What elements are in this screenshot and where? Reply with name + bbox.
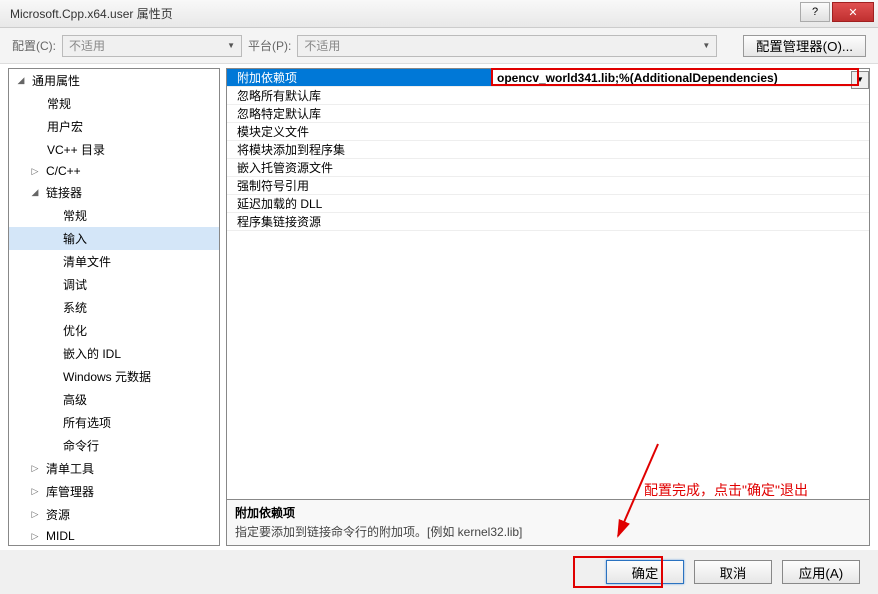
- tree-item-label: 常规: [45, 94, 73, 113]
- property-row[interactable]: 将模块添加到程序集: [227, 141, 869, 159]
- config-label: 配置(C):: [12, 37, 56, 54]
- tree-item[interactable]: Windows 元数据: [9, 365, 219, 388]
- tree-item-label: 用户宏: [45, 117, 85, 136]
- expand-icon[interactable]: ▷: [29, 463, 41, 475]
- expand-icon[interactable]: ▷: [29, 486, 41, 498]
- property-name: 附加依赖项: [227, 69, 491, 86]
- tree-item-label: 命令行: [61, 436, 101, 455]
- property-grid: 附加依赖项opencv_world341.lib;%(AdditionalDep…: [226, 68, 870, 500]
- tree-item-label: C/C++: [44, 163, 83, 179]
- tree-item[interactable]: ▷资源: [9, 503, 219, 526]
- tree-item[interactable]: 清单文件: [9, 250, 219, 273]
- tree-item[interactable]: 命令行: [9, 434, 219, 457]
- property-row[interactable]: 强制符号引用: [227, 177, 869, 195]
- tree-item[interactable]: 嵌入的 IDL: [9, 342, 219, 365]
- tree-item[interactable]: ▷库管理器: [9, 480, 219, 503]
- tree-item-label: 输入: [61, 229, 89, 248]
- property-name: 忽略特定默认库: [227, 105, 491, 122]
- tree-item[interactable]: ◢链接器: [9, 181, 219, 204]
- titlebar: Microsoft.Cpp.x64.user 属性页 ? ✕: [0, 0, 878, 28]
- tree-item-label: 嵌入的 IDL: [61, 344, 123, 363]
- expand-icon[interactable]: ▷: [29, 509, 41, 521]
- close-button[interactable]: ✕: [832, 2, 874, 22]
- chevron-down-icon: ▼: [702, 41, 710, 50]
- tree-item[interactable]: VC++ 目录: [9, 138, 219, 161]
- tree-item[interactable]: 调试: [9, 273, 219, 296]
- tree-item[interactable]: 用户宏: [9, 115, 219, 138]
- tree-item[interactable]: ▷C/C++: [9, 161, 219, 181]
- apply-button[interactable]: 应用(A): [782, 560, 860, 584]
- ok-button[interactable]: 确定: [606, 560, 684, 584]
- description-panel: 附加依赖项 指定要添加到链接命令行的附加项。[例如 kernel32.lib]: [226, 500, 870, 546]
- tree-item-label: 所有选项: [61, 413, 113, 432]
- platform-combo[interactable]: 不适用 ▼: [297, 35, 717, 57]
- tree-item-label: 调试: [61, 275, 89, 294]
- platform-label: 平台(P):: [248, 37, 291, 54]
- expand-icon[interactable]: ▷: [29, 530, 41, 542]
- property-row[interactable]: 忽略特定默认库: [227, 105, 869, 123]
- property-row[interactable]: 模块定义文件: [227, 123, 869, 141]
- property-name: 嵌入托管资源文件: [227, 159, 491, 176]
- annotation-text: 配置完成，点击"确定"退出: [644, 480, 808, 500]
- desc-title: 附加依赖项: [235, 504, 861, 521]
- tree-item-label: 清单文件: [61, 252, 113, 271]
- collapse-icon[interactable]: ◢: [29, 187, 41, 199]
- tree-item[interactable]: 系统: [9, 296, 219, 319]
- tree-panel: ◢ 通用属性 常规用户宏VC++ 目录▷C/C++◢链接器常规输入清单文件调试系…: [8, 68, 220, 546]
- tree-item-label: MIDL: [44, 528, 77, 544]
- property-name: 忽略所有默认库: [227, 87, 491, 104]
- tree-item[interactable]: 常规: [9, 204, 219, 227]
- tree-item-label: 系统: [61, 298, 89, 317]
- expand-icon[interactable]: ▷: [29, 165, 41, 177]
- collapse-icon[interactable]: ◢: [15, 75, 27, 87]
- button-bar: 确定 取消 应用(A): [0, 550, 878, 594]
- tree-item-label: 高级: [61, 390, 89, 409]
- tree-root[interactable]: ◢ 通用属性: [9, 69, 219, 92]
- tree-item[interactable]: ▷清单工具: [9, 457, 219, 480]
- property-value[interactable]: opencv_world341.lib;%(AdditionalDependen…: [491, 71, 869, 85]
- help-button[interactable]: ?: [800, 2, 830, 22]
- property-name: 程序集链接资源: [227, 213, 491, 230]
- tree-item[interactable]: 优化: [9, 319, 219, 342]
- tree-item[interactable]: 输入: [9, 227, 219, 250]
- property-row[interactable]: 延迟加载的 DLL: [227, 195, 869, 213]
- property-row[interactable]: 嵌入托管资源文件: [227, 159, 869, 177]
- tree-item-label: 清单工具: [44, 459, 96, 478]
- property-name: 强制符号引用: [227, 177, 491, 194]
- tree-item-label: 资源: [44, 505, 72, 524]
- tree-item-label: 常规: [61, 206, 89, 225]
- titlebar-buttons: ? ✕: [800, 2, 874, 22]
- tree-item-label: 库管理器: [44, 482, 96, 501]
- tree-item[interactable]: ▷MIDL: [9, 526, 219, 546]
- property-name: 将模块添加到程序集: [227, 141, 491, 158]
- toolbar: 配置(C): 不适用 ▼ 平台(P): 不适用 ▼ 配置管理器(O)...: [0, 28, 878, 64]
- tree-item[interactable]: 常规: [9, 92, 219, 115]
- property-row[interactable]: 忽略所有默认库: [227, 87, 869, 105]
- property-row[interactable]: 程序集链接资源: [227, 213, 869, 231]
- tree-item[interactable]: 高级: [9, 388, 219, 411]
- tree-item-label: VC++ 目录: [45, 140, 107, 159]
- property-row[interactable]: 附加依赖项opencv_world341.lib;%(AdditionalDep…: [227, 69, 869, 87]
- cancel-button[interactable]: 取消: [694, 560, 772, 584]
- tree-item[interactable]: 所有选项: [9, 411, 219, 434]
- tree-item-label: 链接器: [44, 183, 84, 202]
- config-combo[interactable]: 不适用 ▼: [62, 35, 242, 57]
- property-name: 模块定义文件: [227, 123, 491, 140]
- property-name: 延迟加载的 DLL: [227, 195, 491, 212]
- config-manager-button[interactable]: 配置管理器(O)...: [743, 35, 866, 57]
- desc-text: 指定要添加到链接命令行的附加项。[例如 kernel32.lib]: [235, 523, 861, 540]
- dropdown-button[interactable]: ▼: [851, 71, 869, 89]
- tree-item-label: 优化: [61, 321, 89, 340]
- chevron-down-icon: ▼: [227, 41, 235, 50]
- tree-item-label: Windows 元数据: [61, 367, 153, 386]
- window-title: Microsoft.Cpp.x64.user 属性页: [10, 5, 173, 22]
